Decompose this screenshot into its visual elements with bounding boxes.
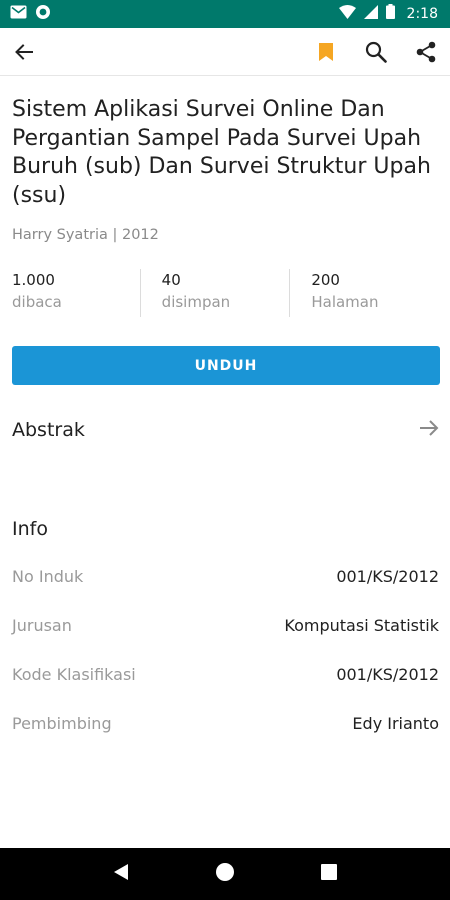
abstract-label: Abstrak [12,419,85,441]
info-row-no-induk: No Induk 001/KS/2012 [12,552,439,601]
stat-label: Halaman [311,293,379,311]
info-label: Kode Klasifikasi [12,665,136,684]
info-value: 001/KS/2012 [336,567,439,586]
info-row-pembimbing: Pembimbing Edy Irianto [12,699,439,748]
stat-saved: 40 disimpan [139,269,290,317]
signal-icon [363,4,378,24]
back-triangle-icon[interactable] [113,863,129,886]
info-value: 001/KS/2012 [336,665,439,684]
info-list: No Induk 001/KS/2012 Jurusan Komputasi S… [12,552,439,748]
stat-value: 40 [161,271,181,289]
stat-label: dibaca [12,293,62,311]
battery-icon [385,4,395,24]
stat-read: 1.000 dibaca [12,269,140,317]
system-nav-bar [0,848,450,900]
stats-row: 1.000 dibaca 40 disimpan 200 Halaman [12,269,439,317]
info-row-jurusan: Jurusan Komputasi Statistik [12,601,439,650]
status-time: 2:18 [406,6,438,22]
author-year: Harry Syatria | 2012 [12,227,159,243]
search-icon[interactable] [362,38,390,66]
document-title: Sistem Aplikasi Survei Online Dan Pergan… [12,97,431,208]
wifi-icon [338,4,356,24]
info-value: Komputasi Statistik [284,616,439,635]
arrow-right-icon[interactable] [419,419,439,442]
info-row-kode-klasifikasi: Kode Klasifikasi 001/KS/2012 [12,650,439,699]
info-label: Jurusan [12,616,72,635]
abstract-row[interactable]: Abstrak [12,415,439,445]
info-value: Edy Irianto [352,714,439,733]
info-label: Pembimbing [12,714,112,733]
document-detail: Sistem Aplikasi Survei Online Dan Pergan… [0,77,450,748]
bookmark-icon[interactable] [312,38,340,66]
back-arrow-icon[interactable] [10,38,38,66]
recents-square-icon[interactable] [321,863,337,885]
status-bar: 2:18 [0,0,450,28]
app-bar [0,28,450,76]
stat-pages: 200 Halaman [289,269,439,317]
share-icon[interactable] [412,38,440,66]
download-button[interactable]: UNDUH [12,346,440,385]
stat-label: disimpan [161,293,231,311]
stat-value: 200 [311,271,340,289]
home-circle-icon[interactable] [215,862,235,887]
info-label: No Induk [12,567,84,586]
info-title: Info [12,518,48,540]
mail-icon [10,5,27,24]
circle-icon [35,4,51,25]
stat-value: 1.000 [12,271,55,289]
